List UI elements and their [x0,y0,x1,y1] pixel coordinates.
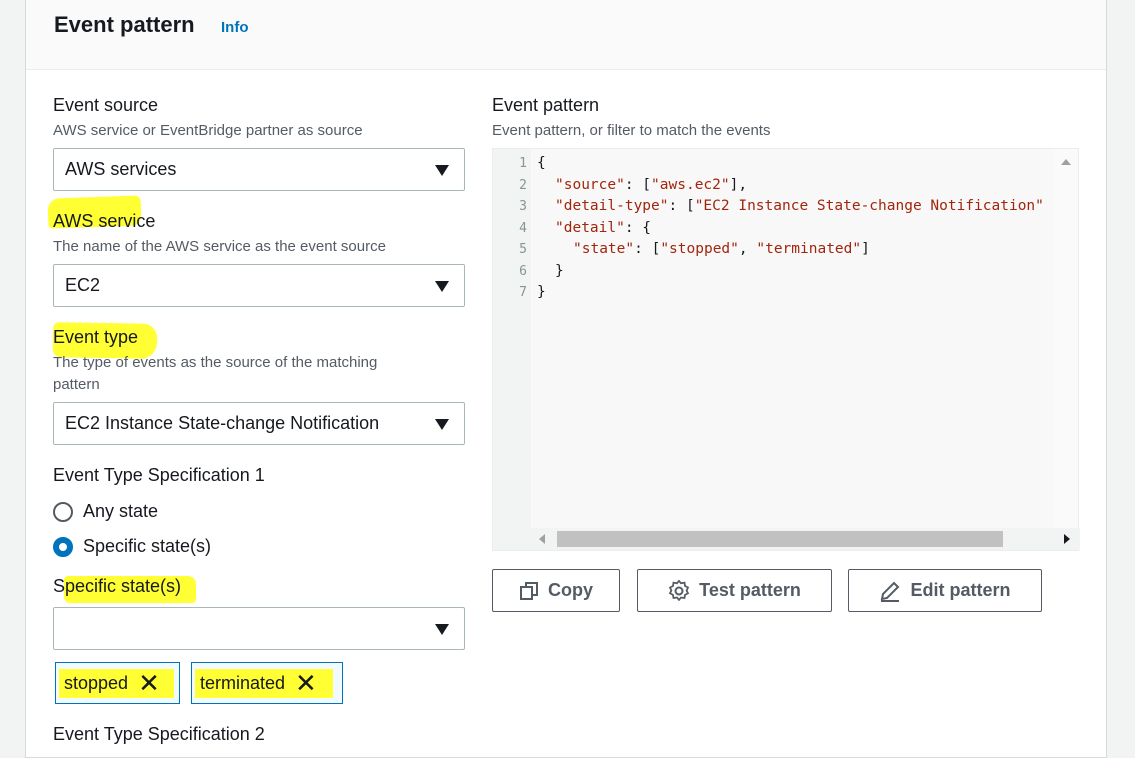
chevron-down-icon [435,624,449,635]
test-pattern-button[interactable]: Test pattern [637,569,832,612]
code-line: } [537,284,546,300]
radio-label: Specific state(s) [83,536,212,556]
aws-service-desc: The name of the AWS service as the event… [53,238,386,255]
code-line: { [537,155,546,171]
event-pattern-panel: Event pattern Info Event source AWS serv… [25,0,1107,758]
scroll-thumb[interactable] [557,531,1003,547]
code-line: "detail": { [555,220,652,236]
edit-pattern-button[interactable]: Edit pattern [848,569,1042,612]
spec1-label: Event Type Specification 1 [53,465,265,485]
line-number: 5 [519,242,527,257]
close-icon[interactable]: ✕ [138,670,160,696]
aws-service-value: EC2 [65,275,101,295]
chevron-down-icon [435,165,449,176]
aws-service-select[interactable]: EC2 [53,264,465,307]
line-number-gutter: 1 2 3 4 5 6 7 [493,149,531,529]
spec2-label: Event Type Specification 2 [53,724,265,744]
token-label: stopped [64,672,129,693]
panel-header: Event pattern Info [26,0,1106,70]
event-type-label: Event type [53,327,139,347]
code-line: "source": ["aws.ec2"], [555,177,748,193]
line-number: 7 [519,285,527,300]
vertical-scrollbar[interactable] [1054,149,1078,529]
line-number: 3 [519,199,527,214]
radio-any-state[interactable]: Any state [53,501,158,522]
line-number: 1 [519,156,527,171]
copy-icon [520,581,538,600]
event-source-label: Event source [53,95,159,115]
edit-pattern-label: Edit pattern [910,580,1011,600]
close-icon[interactable]: ✕ [295,670,317,696]
chevron-down-icon [435,419,449,430]
specific-states-select[interactable] [53,607,465,650]
panel-title: Event pattern [54,12,195,37]
event-type-value: EC2 Instance State-change Notification [65,413,380,433]
scroll-right-arrow-icon[interactable] [1056,528,1076,550]
event-type-desc-1: The type of events as the source of the … [53,354,378,371]
event-source-select[interactable]: AWS services [53,148,465,191]
scroll-up-arrow-icon[interactable] [1054,153,1078,173]
event-type-desc-2: pattern [53,376,100,393]
line-number: 4 [519,221,527,236]
line-number: 2 [519,178,527,193]
token-label: terminated [200,672,286,693]
radio-specific-states[interactable]: Specific state(s) [53,536,211,557]
code-line: "state": ["stopped", "terminated"] [573,241,870,257]
chevron-down-icon [435,281,449,292]
specific-states-label: Specific state(s) [53,576,182,596]
code-body[interactable]: { "source": ["aws.ec2"], "detail-type": … [531,149,1055,529]
horizontal-scrollbar[interactable] [531,528,1080,550]
code-line: } [555,263,564,279]
copy-button[interactable]: Copy [492,569,620,612]
gear-icon [668,579,690,601]
copy-button-label: Copy [548,580,593,600]
event-source-desc: AWS service or EventBridge partner as so… [53,122,363,139]
token-stopped: stopped ✕ [55,662,180,704]
aws-service-label: AWS service [53,211,156,231]
event-pattern-desc: Event pattern, or filter to match the ev… [492,122,771,139]
test-pattern-label: Test pattern [699,580,801,600]
radio-label: Any state [83,501,159,521]
code-line: "detail-type": ["EC2 Instance State-chan… [555,198,1044,214]
event-type-select[interactable]: EC2 Instance State-change Notification [53,402,465,445]
scroll-left-arrow-icon[interactable] [533,528,553,550]
event-pattern-label: Event pattern [492,95,600,115]
event-source-value: AWS services [65,159,177,179]
pencil-icon [881,581,900,602]
radio-circle[interactable] [53,501,73,522]
code-editor[interactable]: 1 2 3 4 5 6 7 { "source": ["aws.ec2"], "… [492,148,1080,551]
info-link[interactable]: Info [221,19,249,36]
radio-circle-checked[interactable] [53,536,73,557]
line-number: 6 [519,264,527,279]
token-terminated: terminated ✕ [191,662,343,704]
